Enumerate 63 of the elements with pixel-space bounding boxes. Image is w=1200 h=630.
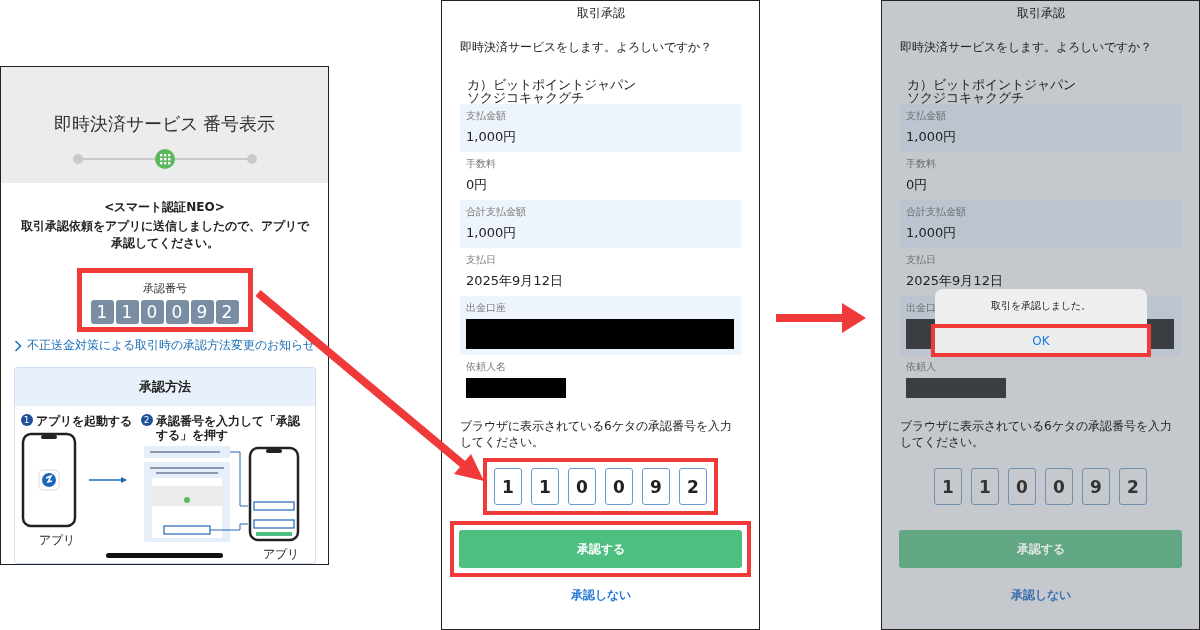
- field-label: 支払日: [906, 253, 936, 267]
- dialog-message: 取引を承認しました。: [990, 299, 1092, 313]
- field-value: 1,000円: [906, 128, 958, 146]
- code-input[interactable]: 2: [1119, 468, 1147, 505]
- instruction-text: ブラウザに表示されている6ケタの承認番号を入力してください。: [460, 418, 733, 450]
- step-text: 承認番号を入力して「承認する」を押す: [155, 414, 301, 442]
- field-value: 2025年9月12日: [906, 272, 1004, 290]
- code-digit: 9: [190, 300, 214, 324]
- page-title: 即時決済サービス 番号表示: [53, 112, 276, 136]
- field-label: 支払日: [466, 253, 496, 267]
- screen-title: 取引承認: [1015, 5, 1066, 22]
- field-label: 合計支払金額: [906, 205, 966, 219]
- payee-name: カ）ビットポイントジャパン: [907, 78, 1077, 91]
- card-title: 承認方法: [14, 368, 315, 406]
- heading: <スマート認証NEO>: [104, 199, 225, 216]
- code-input[interactable]: 9: [642, 468, 670, 505]
- field-label: 出金口座: [466, 301, 506, 315]
- code-input[interactable]: 9: [1082, 468, 1110, 505]
- field-label: 出金口: [906, 301, 936, 315]
- field-value: 2025年9月12日: [466, 272, 564, 290]
- screen-title: 取引承認: [575, 5, 626, 22]
- code-input[interactable]: 2: [679, 468, 707, 505]
- code-digit: 1: [90, 300, 114, 324]
- decline-link[interactable]: 承認しない: [570, 587, 631, 604]
- field-value: 0円: [906, 176, 929, 194]
- field-value: 1,000円: [466, 128, 518, 146]
- payee-name: カ）ビットポイントジャパン: [467, 78, 637, 91]
- message-text: 取引承認依頼をアプリに送信しましたので、アプリで承認してください。: [19, 218, 311, 252]
- code-input[interactable]: 0: [1045, 468, 1073, 505]
- step-text: アプリを起動する: [35, 414, 132, 428]
- field-value: 0円: [466, 176, 489, 194]
- code-input[interactable]: 0: [568, 468, 596, 505]
- chevron-icon: [14, 339, 22, 352]
- field-label: 手数料: [906, 157, 936, 171]
- field-label: 依頼人名: [466, 360, 506, 374]
- code-label: 承認番号: [142, 281, 187, 296]
- code-digit: 1: [115, 300, 139, 324]
- field-label: 依頼人: [906, 360, 936, 374]
- phone-caption: アプリ: [38, 532, 75, 549]
- code-input[interactable]: 1: [934, 468, 962, 505]
- code-digit: 0: [140, 300, 164, 324]
- step-number: 1: [20, 414, 33, 426]
- instruction-text: ブラウザに表示されている6ケタの承認番号を入力してください。: [900, 418, 1173, 450]
- field-value: 1,000円: [466, 224, 518, 242]
- payee-name: ソクジコキャクグチ: [907, 91, 1025, 104]
- payee-name: ソクジコキャクグチ: [467, 91, 585, 104]
- code-input[interactable]: 0: [1008, 468, 1036, 505]
- field-value: 1,000円: [906, 224, 958, 242]
- code-input[interactable]: 0: [605, 468, 633, 505]
- code-digit: 0: [165, 300, 189, 324]
- code-input[interactable]: 1: [971, 468, 999, 505]
- step-number: 2: [140, 414, 153, 426]
- code-digit: 2: [215, 300, 239, 324]
- question-text: 即時決済サービスをします。よろしいですか？: [900, 39, 1153, 56]
- field-label: 合計支払金額: [466, 205, 526, 219]
- notice-link[interactable]: 不正送金対策による取引時の承認方法変更のお知らせ: [14, 338, 315, 353]
- question-text: 即時決済サービスをします。よろしいですか？: [460, 39, 713, 56]
- phone-caption: アプリ: [262, 546, 299, 563]
- code-input[interactable]: 1: [531, 468, 559, 505]
- field-label: 手数料: [466, 157, 496, 171]
- field-label: 支払金額: [906, 109, 946, 123]
- code-input[interactable]: 1: [494, 468, 522, 505]
- field-label: 支払金額: [466, 109, 506, 123]
